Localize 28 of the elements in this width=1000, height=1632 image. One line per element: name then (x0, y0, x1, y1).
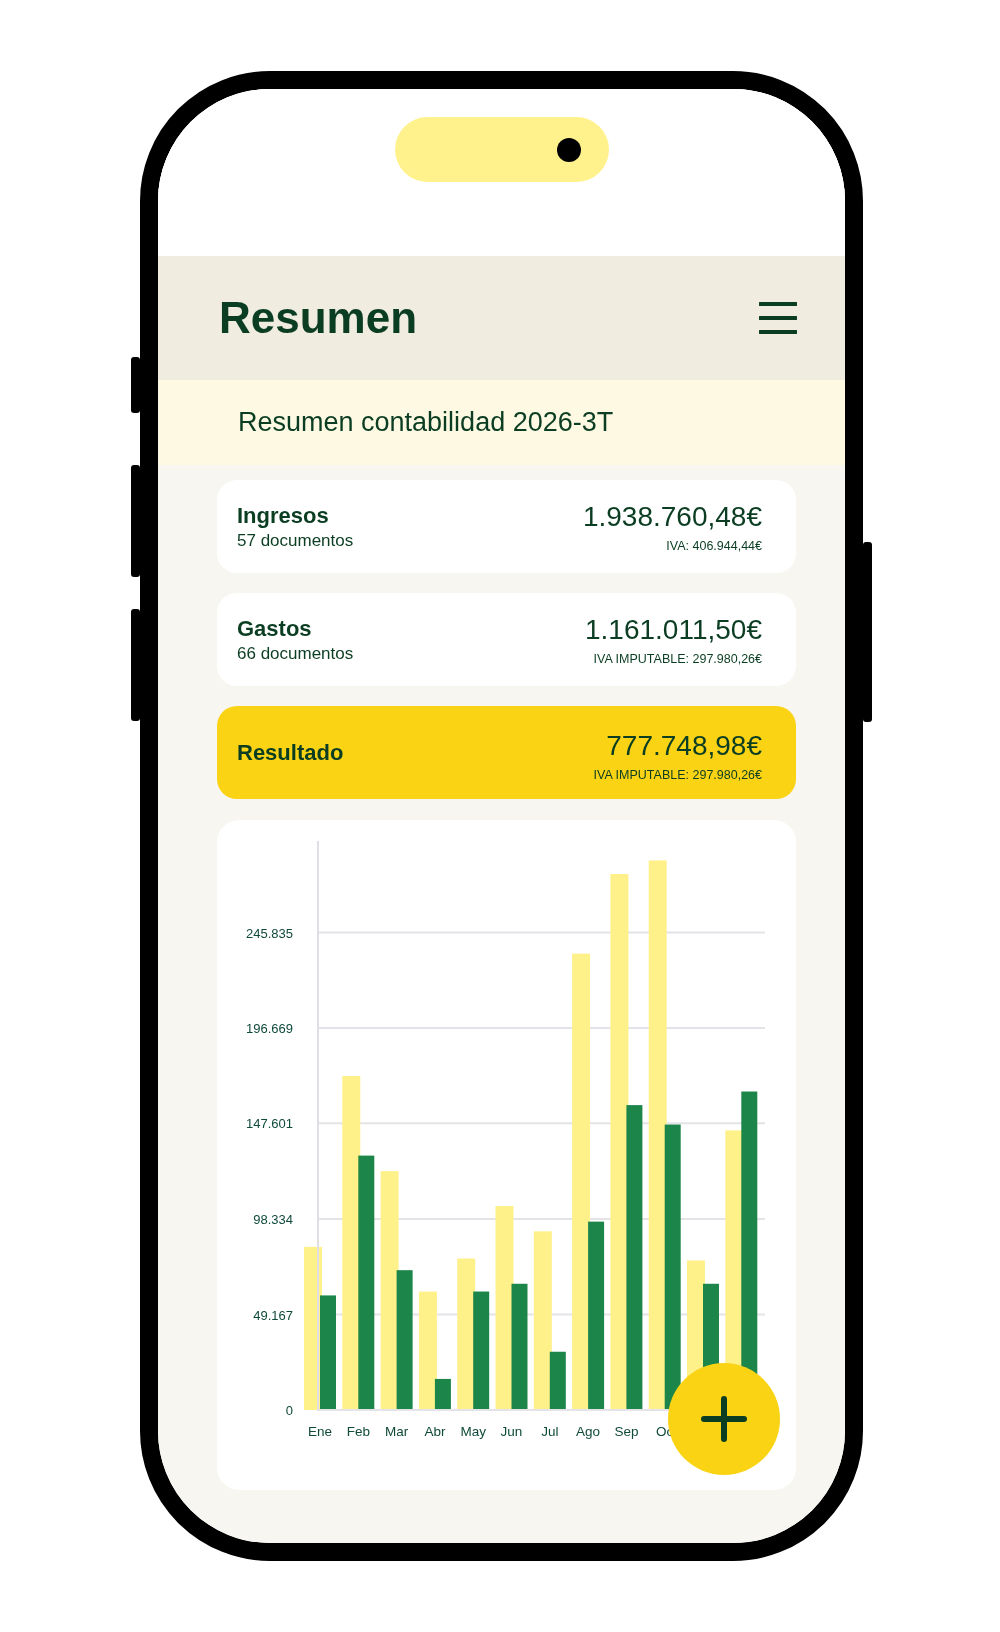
y-tick-label: 147.601 (246, 1116, 293, 1132)
amount: 1.161.011,50€ (585, 613, 762, 646)
document-count: 57 documentos (237, 530, 354, 551)
x-tick-label: Jul (541, 1424, 559, 1439)
page-title: Resumen (219, 293, 418, 343)
x-tick-label: Jun (500, 1424, 523, 1439)
section-title: Resumen contabilidad 2026-3T (238, 407, 614, 438)
y-tick-label: 0 (285, 1403, 293, 1418)
y-tick-label: 98.334 (253, 1212, 293, 1228)
x-tick-label: Ago (576, 1424, 601, 1439)
card-title: Gastos (237, 615, 313, 642)
x-tick-label: Abr (424, 1424, 446, 1439)
document-count: 66 documentos (237, 643, 354, 664)
y-tick-label: 49.167 (253, 1307, 293, 1323)
amount: 777.748,98€ (606, 729, 762, 762)
tax-amount: IVA IMPUTABLE: 297.980,26€ (593, 767, 762, 782)
y-tick-label: 245.835 (246, 925, 293, 941)
card-title: Ingresos (237, 502, 330, 529)
x-tick-label: Sep (614, 1424, 639, 1439)
x-tick-label: Feb (346, 1424, 370, 1439)
card-title: Resultado (237, 739, 344, 766)
y-tick-label: 196.669 (246, 1021, 293, 1037)
x-tick-label: Ene (308, 1424, 332, 1439)
x-tick-label: Mar (385, 1424, 409, 1439)
tax-amount: IVA IMPUTABLE: 297.980,26€ (593, 651, 762, 666)
amount: 1.938.760,48€ (582, 500, 762, 533)
x-tick-label: May (460, 1424, 486, 1439)
tax-amount: IVA: 406.944,44€ (666, 538, 762, 553)
